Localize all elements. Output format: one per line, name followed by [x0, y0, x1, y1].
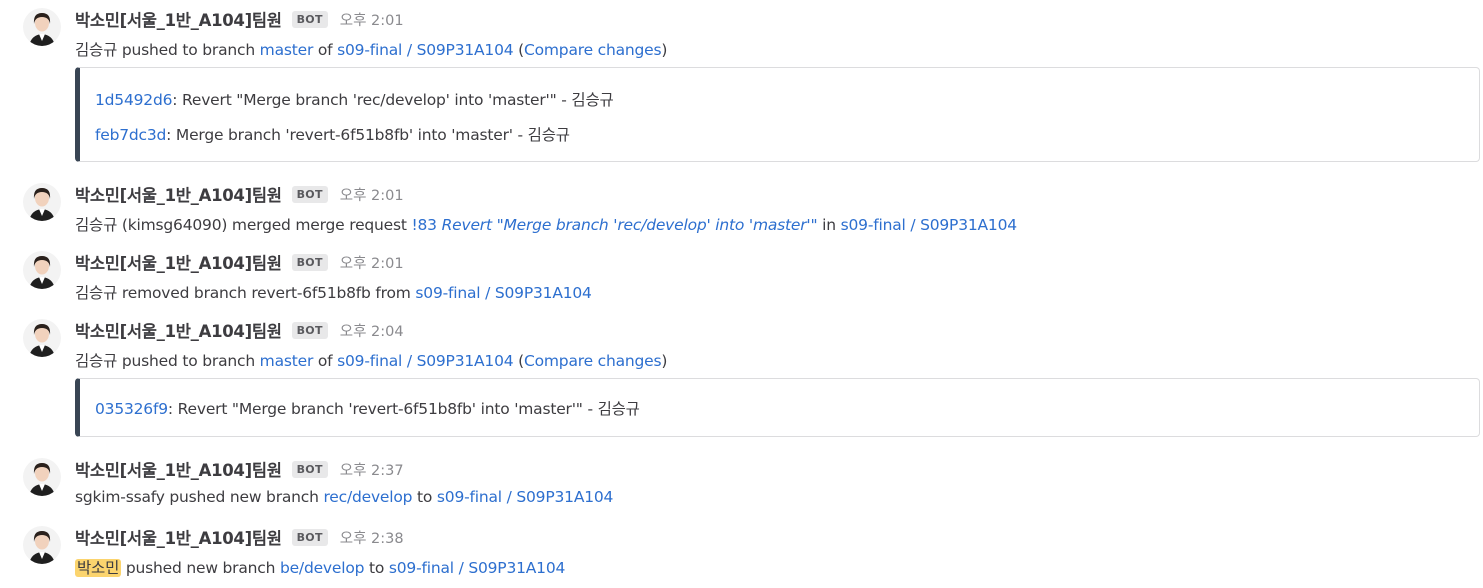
message-connector: of: [313, 41, 338, 59]
avatar[interactable]: [23, 526, 61, 564]
message-connector: to: [364, 559, 389, 577]
post-header: 박소민[서울_1반_A104]팀원 BOT 오후 2:38: [75, 526, 404, 548]
avatar[interactable]: [23, 251, 61, 289]
username[interactable]: 박소민[서울_1반_A104]팀원: [75, 525, 282, 549]
username[interactable]: 박소민[서울_1반_A104]팀원: [75, 318, 282, 342]
merge-request-title-link[interactable]: Revert "Merge branch 'rec/develop' into …: [437, 216, 818, 234]
paren: (: [513, 41, 524, 59]
commit-message: : Revert "Merge branch 'revert-6f51b8fb'…: [167, 400, 640, 418]
branch-link[interactable]: master: [260, 41, 314, 59]
bot-badge: BOT: [291, 321, 328, 339]
avatar[interactable]: [23, 458, 61, 496]
bot-badge: BOT: [291, 253, 328, 271]
message-text: sgkim-ssafy pushed new branch rec/develo…: [75, 488, 613, 506]
bot-badge: BOT: [291, 10, 328, 28]
message-connector: in: [817, 216, 841, 234]
username[interactable]: 박소민[서울_1반_A104]팀원: [75, 7, 282, 31]
repo-link[interactable]: s09-final / S09P31A104: [389, 559, 565, 577]
paren: (: [513, 352, 524, 370]
paren: ): [661, 352, 668, 370]
bot-badge: BOT: [291, 185, 328, 203]
username[interactable]: 박소민[서울_1반_A104]팀원: [75, 182, 282, 206]
commit-hash-link[interactable]: 1d5492d6: [95, 91, 172, 109]
post-header: 박소민[서울_1반_A104]팀원 BOT 오후 2:01: [75, 183, 404, 205]
post-header: 박소민[서울_1반_A104]팀원 BOT 오후 2:01: [75, 251, 404, 273]
commit-line: feb7dc3d: Merge branch 'revert-6f51b8fb'…: [95, 123, 570, 145]
message-prefix: 김승규 (kimsg64090) merged merge request: [75, 216, 412, 234]
repo-link[interactable]: s09-final / S09P31A104: [337, 352, 513, 370]
repo-link[interactable]: s09-final / S09P31A104: [337, 41, 513, 59]
message-prefix: 김승규 pushed to branch: [75, 352, 260, 370]
message-connector: of: [313, 352, 338, 370]
commit-hash-link[interactable]: 035326f9: [95, 400, 168, 418]
timestamp[interactable]: 오후 2:01: [340, 252, 404, 273]
timestamp[interactable]: 오후 2:04: [340, 320, 404, 341]
post-header: 박소민[서울_1반_A104]팀원 BOT 오후 2:01: [75, 8, 404, 30]
username[interactable]: 박소민[서울_1반_A104]팀원: [75, 250, 282, 274]
post-header: 박소민[서울_1반_A104]팀원 BOT 오후 2:04: [75, 319, 404, 341]
commit-hash-link[interactable]: feb7dc3d: [95, 126, 166, 144]
mention-highlight[interactable]: 박소민: [75, 559, 122, 577]
message-text: 김승규 removed branch revert-6f51b8fb from …: [75, 281, 592, 303]
timestamp[interactable]: 오후 2:01: [340, 184, 404, 205]
repo-link[interactable]: s09-final / S09P31A104: [841, 216, 1017, 234]
username[interactable]: 박소민[서울_1반_A104]팀원: [75, 457, 282, 481]
repo-link[interactable]: s09-final / S09P31A104: [437, 488, 613, 506]
commit-message: : Merge branch 'revert-6f51b8fb' into 'm…: [166, 126, 570, 144]
timestamp[interactable]: 오후 2:01: [340, 9, 404, 30]
compare-changes-link[interactable]: Compare changes: [524, 352, 662, 370]
message-text: 김승규 pushed to branch master of s09-final…: [75, 349, 667, 371]
timestamp[interactable]: 오후 2:38: [340, 527, 404, 548]
message-connector: to: [412, 488, 437, 506]
branch-link[interactable]: rec/develop: [323, 488, 412, 506]
commit-line: 035326f9: Revert "Merge branch 'revert-6…: [95, 397, 640, 419]
message-prefix: 김승규 pushed to branch: [75, 41, 260, 59]
message-prefix: sgkim-ssafy pushed new branch: [75, 488, 324, 506]
avatar[interactable]: [23, 183, 61, 221]
post-header: 박소민[서울_1반_A104]팀원 BOT 오후 2:37: [75, 458, 404, 480]
commit-attachment: 035326f9: Revert "Merge branch 'revert-6…: [75, 378, 1480, 437]
merge-request-link[interactable]: !83: [412, 216, 438, 234]
message-text: 김승규 pushed to branch master of s09-final…: [75, 38, 667, 60]
avatar[interactable]: [23, 319, 61, 357]
commit-message: : Revert "Merge branch 'rec/develop' int…: [172, 91, 614, 109]
branch-link[interactable]: master: [260, 352, 314, 370]
repo-link[interactable]: s09-final / S09P31A104: [415, 284, 591, 302]
avatar[interactable]: [23, 8, 61, 46]
bot-badge: BOT: [291, 528, 328, 546]
message-text: 박소민 pushed new branch be/develop to s09-…: [75, 556, 565, 578]
message-prefix: 김승규 removed branch revert-6f51b8fb from: [75, 284, 416, 302]
paren: ): [661, 41, 668, 59]
timestamp[interactable]: 오후 2:37: [340, 459, 404, 480]
bot-badge: BOT: [291, 460, 328, 478]
message-text: 김승규 (kimsg64090) merged merge request !8…: [75, 213, 1017, 235]
message-prefix: pushed new branch: [121, 559, 280, 577]
branch-link[interactable]: be/develop: [280, 559, 365, 577]
commit-attachment: 1d5492d6: Revert "Merge branch 'rec/deve…: [75, 67, 1480, 162]
commit-line: 1d5492d6: Revert "Merge branch 'rec/deve…: [95, 88, 614, 110]
compare-changes-link[interactable]: Compare changes: [524, 41, 662, 59]
